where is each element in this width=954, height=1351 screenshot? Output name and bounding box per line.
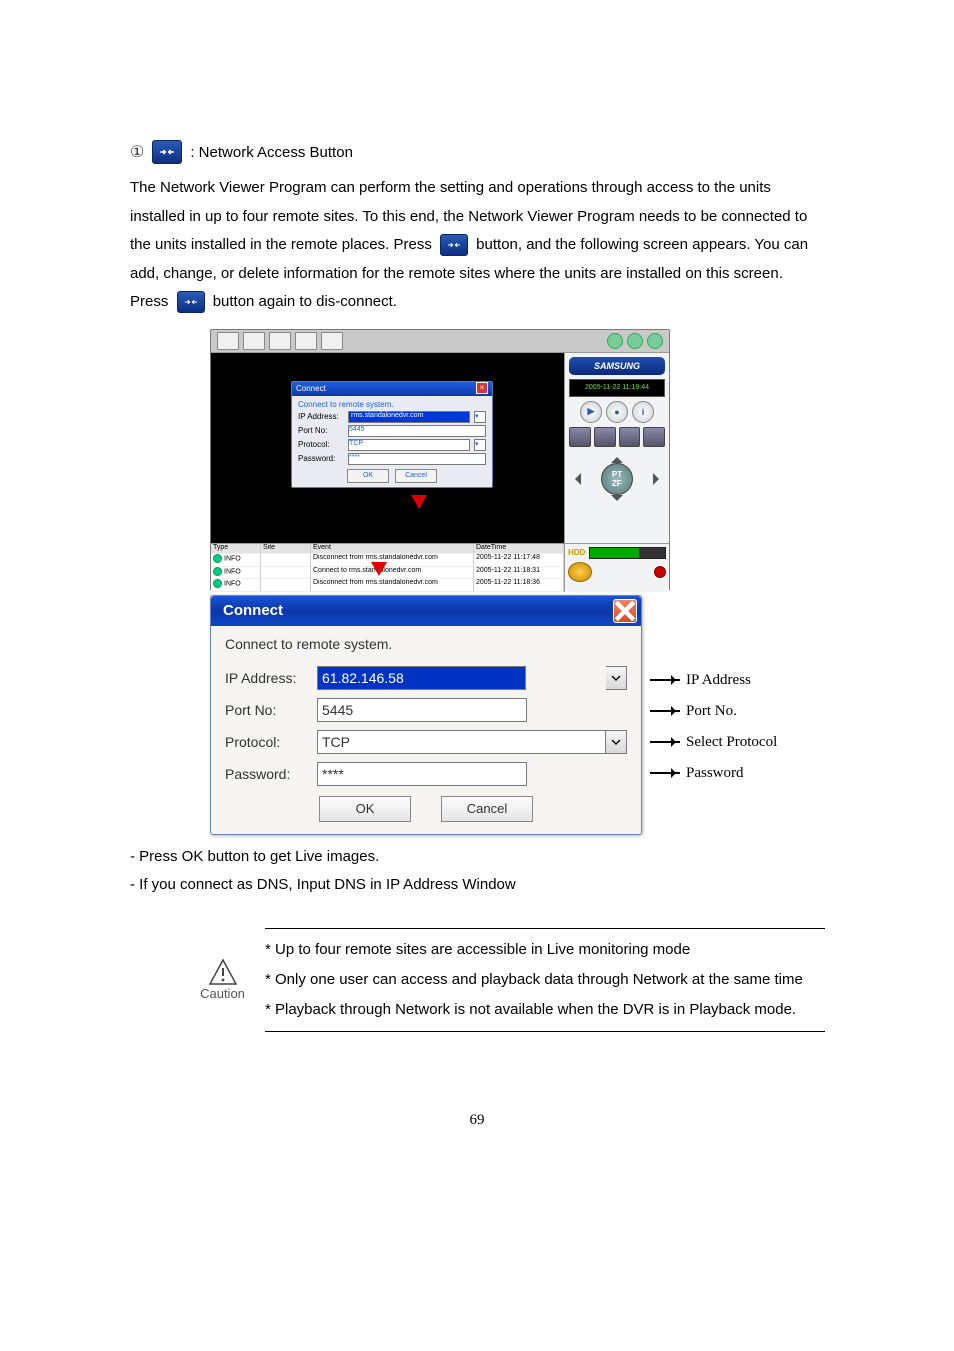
rule-line <box>265 1031 825 1032</box>
log-cell <box>261 579 311 592</box>
dropdown-arrow-icon[interactable]: ▾ <box>474 439 486 451</box>
log-cell <box>261 554 311 567</box>
ptz-control[interactable]: PT ZF <box>569 451 665 507</box>
callout-arrow-icon <box>411 495 427 509</box>
network-access-icon <box>152 140 182 164</box>
network-access-icon <box>440 234 468 256</box>
viewer-app-window: Connect × Connect to remote system. IP A… <box>210 329 670 591</box>
dialog-title: Connect <box>223 602 283 619</box>
record-lamp-icon <box>654 566 666 578</box>
log-cell: INFO <box>211 554 261 567</box>
layout-button[interactable] <box>569 427 591 447</box>
toolbar-button[interactable] <box>243 332 265 350</box>
log-cell: 2005-11-22 11:17:48 <box>474 554 564 567</box>
section-number: ① <box>130 142 144 162</box>
ip-label: IP Address: <box>225 670 317 686</box>
password-label: Password: <box>225 766 317 782</box>
layout-button[interactable] <box>643 427 665 447</box>
network-access-icon <box>177 291 205 313</box>
minimize-button[interactable] <box>607 333 623 349</box>
pointer-password: Password <box>686 765 744 782</box>
caution-icon <box>208 958 238 986</box>
ptz-right-icon[interactable] <box>653 473 665 485</box>
caution-label: Caution <box>200 986 245 1001</box>
toolbar-button[interactable] <box>269 332 291 350</box>
ip-field[interactable]: rms.standalonedvr.com <box>348 411 470 423</box>
section-title: : Network Access Button <box>190 144 353 161</box>
toolbar-button[interactable] <box>217 332 239 350</box>
playback-button[interactable]: ▶ <box>580 401 602 423</box>
port-label: Port No: <box>298 426 344 435</box>
toolbar-button[interactable] <box>321 332 343 350</box>
protocol-field[interactable]: TCP <box>317 730 606 754</box>
callout-arrow-icon <box>371 562 387 576</box>
ip-label: IP Address: <box>298 412 344 421</box>
bullet-ok: - Press OK button to get Live images. <box>130 843 824 872</box>
log-cell: 2005-11-22 11:18:36 <box>474 579 564 592</box>
dropdown-arrow-icon[interactable] <box>606 730 627 754</box>
cancel-button[interactable]: Cancel <box>441 796 533 822</box>
ptz-center-label: PT ZF <box>601 463 633 495</box>
log-header-datetime: DateTime <box>474 544 564 555</box>
close-icon[interactable] <box>613 599 637 623</box>
speaker-icon[interactable] <box>568 562 592 582</box>
port-field[interactable]: 5445 <box>317 698 527 722</box>
password-field[interactable]: **** <box>317 762 527 786</box>
log-cell: Connect to rms.standalonedvr.com <box>311 567 474 580</box>
log-cell <box>261 567 311 580</box>
port-label: Port No: <box>225 702 317 718</box>
ptz-up-icon[interactable] <box>611 451 623 463</box>
log-cell: Disconnect from rms.standalonedvr.com <box>311 554 474 567</box>
ok-button[interactable]: OK <box>319 796 411 822</box>
protocol-field[interactable]: TCP <box>348 439 470 451</box>
intro-part-3: button again to dis-connect. <box>213 293 397 310</box>
brand-logo: SAMSUNG <box>569 357 665 375</box>
log-header-type: Type <box>211 544 261 555</box>
log-cell: 2005-11-22 11:18:31 <box>474 567 564 580</box>
ok-button[interactable]: OK <box>347 469 389 483</box>
pointer-port: Port No. <box>686 703 737 720</box>
pointer-ip: IP Address <box>686 672 751 689</box>
page-number: 69 <box>130 1112 824 1129</box>
cancel-button[interactable]: Cancel <box>395 469 437 483</box>
password-field[interactable]: **** <box>348 453 486 465</box>
log-cell: Disconnect from rms.standalonedvr.com <box>311 579 474 592</box>
protocol-label: Protocol: <box>298 440 344 449</box>
hdd-usage-bar <box>589 547 666 559</box>
log-cell: INFO <box>211 567 261 580</box>
pointer-protocol: Select Protocol <box>686 734 777 751</box>
log-cell: INFO <box>211 579 261 592</box>
clock-display: 2005-11-22 11:19:44 <box>569 379 665 397</box>
caution-line-1: * Up to four remote sites are accessible… <box>265 935 825 965</box>
dropdown-arrow-icon[interactable] <box>606 666 627 690</box>
ptz-left-icon[interactable] <box>569 473 581 485</box>
toolbar-button[interactable] <box>295 332 317 350</box>
maximize-button[interactable] <box>627 333 643 349</box>
dialog-subtitle: Connect to remote system. <box>225 636 627 652</box>
dialog-subtitle: Connect to remote system. <box>298 400 486 409</box>
caution-line-3: * Playback through Network is not availa… <box>265 995 825 1025</box>
password-label: Password: <box>298 454 344 463</box>
dialog-title: Connect <box>296 384 326 393</box>
ip-field[interactable]: 61.82.146.58 <box>317 666 526 690</box>
close-icon[interactable]: × <box>476 382 488 394</box>
protocol-label: Protocol: <box>225 734 317 750</box>
info-button[interactable]: i <box>632 401 654 423</box>
bullet-dns: - If you connect as DNS, Input DNS in IP… <box>130 871 824 900</box>
caution-line-2: * Only one user can access and playback … <box>265 965 825 995</box>
log-header-event: Event <box>311 544 474 555</box>
port-field[interactable]: 5445 <box>348 425 486 437</box>
log-header-site: Site <box>261 544 311 555</box>
layout-button[interactable] <box>619 427 641 447</box>
layout-button[interactable] <box>594 427 616 447</box>
ptz-down-icon[interactable] <box>611 495 623 507</box>
close-button[interactable] <box>647 333 663 349</box>
intro-paragraph: The Network Viewer Program can perform t… <box>130 174 824 317</box>
hdd-label: HDD <box>568 548 585 557</box>
record-button[interactable]: ● <box>606 401 628 423</box>
connect-dialog: Connect Connect to remote system. IP Add… <box>210 595 642 835</box>
connect-dialog-mini: Connect × Connect to remote system. IP A… <box>291 381 493 488</box>
dropdown-arrow-icon[interactable]: ▾ <box>474 411 486 423</box>
